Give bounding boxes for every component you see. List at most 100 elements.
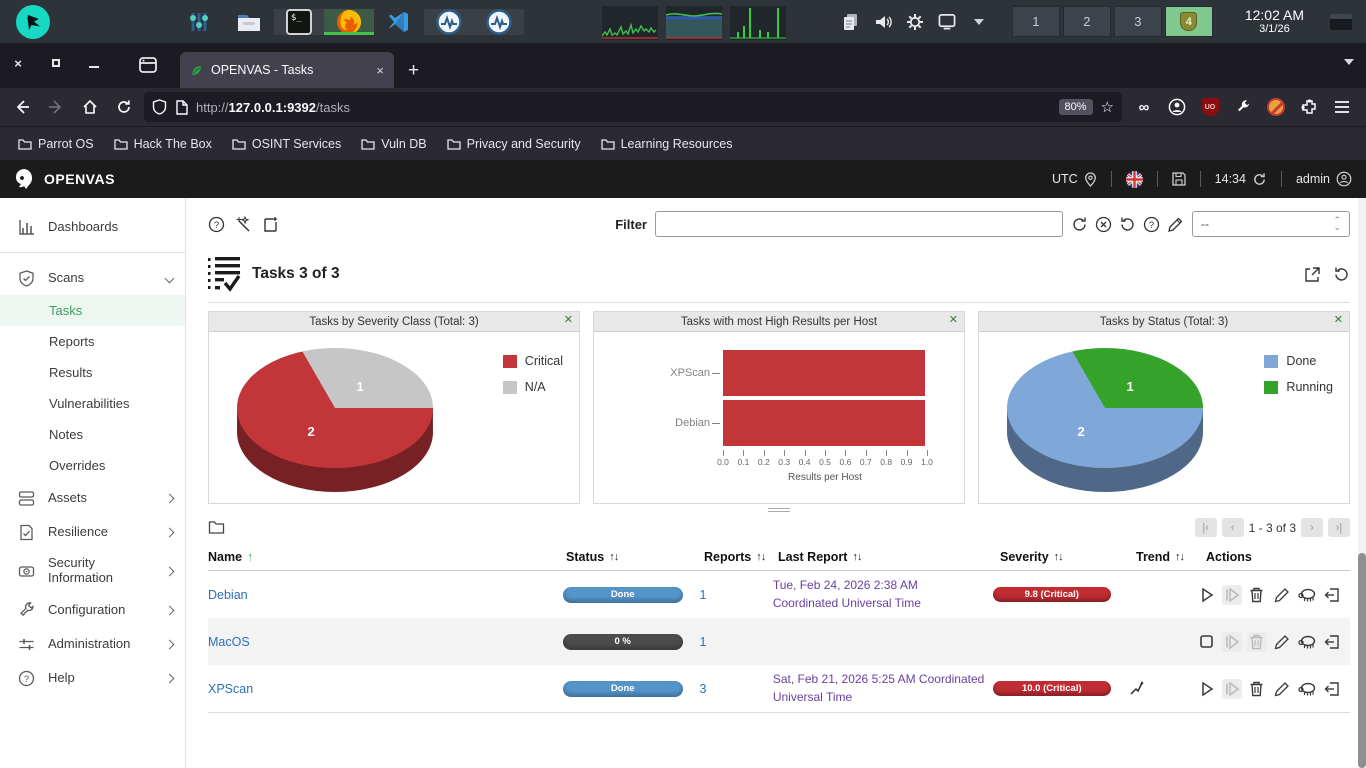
display-tray-icon[interactable]	[938, 13, 956, 31]
task-name-link[interactable]: MacOS	[208, 635, 250, 649]
column-header-name[interactable]: Name↑	[208, 549, 566, 564]
tools-wrench-icon[interactable]	[1233, 97, 1253, 117]
forward-button[interactable]	[42, 93, 70, 121]
workspace-4-active[interactable]: 4	[1165, 6, 1213, 37]
export-task-button[interactable]	[1322, 632, 1342, 652]
clone-sheep-icon[interactable]	[1297, 679, 1317, 699]
site-info-icon[interactable]	[175, 100, 188, 115]
sidebar-item-tasks[interactable]: Tasks	[0, 295, 185, 326]
wizard-wand-icon[interactable]	[235, 216, 252, 233]
memory-monitor-graph[interactable]	[666, 6, 722, 40]
zoom-level-badge[interactable]: 80%	[1059, 99, 1093, 115]
sidebar-item-administration[interactable]: Administration	[0, 627, 185, 661]
network-monitor-graph[interactable]	[730, 6, 786, 40]
workspace-3[interactable]: 3	[1114, 6, 1162, 37]
sidebar-item-resilience[interactable]: Resilience	[0, 515, 185, 549]
sidebar-item-scans[interactable]: Scans	[0, 261, 185, 295]
firefox-view-icon[interactable]	[138, 55, 158, 75]
delete-task-button[interactable]	[1247, 679, 1267, 699]
ublock-extension-icon[interactable]: UO	[1200, 97, 1220, 117]
clipboard-tray-icon[interactable]	[842, 13, 860, 31]
back-button[interactable]	[8, 93, 36, 121]
window-minimize-button[interactable]	[86, 55, 102, 71]
reset-filter-icon[interactable]	[1119, 216, 1136, 233]
tab-close-icon[interactable]: ×	[376, 63, 384, 78]
browser-tab[interactable]: OPENVAS - Tasks ×	[180, 52, 394, 88]
chevron-down-icon[interactable]	[970, 13, 988, 31]
sidebar-item-dashboards[interactable]: Dashboards	[0, 210, 185, 244]
reset-dashboard-icon[interactable]	[1333, 266, 1350, 283]
new-tab-button[interactable]: +	[408, 60, 419, 88]
export-task-button[interactable]	[1322, 585, 1342, 605]
vscode-launcher-icon[interactable]	[374, 10, 424, 34]
timezone-selector[interactable]: UTC	[1052, 172, 1097, 187]
delete-task-button[interactable]	[1247, 585, 1267, 605]
edit-task-button[interactable]	[1272, 632, 1292, 652]
scrollbar-thumb[interactable]	[1358, 553, 1366, 768]
shield-permissions-icon[interactable]	[152, 99, 167, 115]
taskbar-clock[interactable]: 12:02 AM 3/1/26	[1237, 8, 1312, 35]
column-header-status[interactable]: Status↑↓	[566, 549, 704, 564]
bookmark-folder-learning-resources[interactable]: Learning Resources	[593, 133, 741, 155]
close-icon[interactable]: ✕	[564, 313, 573, 326]
export-page-icon[interactable]	[1304, 266, 1321, 283]
url-bar[interactable]: http://127.0.0.1:9392/tasks 80% ☆	[144, 92, 1122, 122]
list-all-tabs-icon[interactable]	[1344, 59, 1354, 65]
extensions-puzzle-icon[interactable]	[1299, 97, 1319, 117]
sidebar-item-notes[interactable]: Notes	[0, 419, 185, 450]
show-desktop-button[interactable]	[1326, 14, 1356, 30]
openvas-brand[interactable]: OPENVAS	[14, 168, 115, 190]
sidebar-item-results[interactable]: Results	[0, 357, 185, 388]
user-menu[interactable]: admin	[1296, 171, 1352, 187]
parrot-menu-icon[interactable]	[16, 5, 50, 39]
account-icon[interactable]	[1167, 97, 1187, 117]
cpu-monitor-graph[interactable]	[602, 6, 658, 40]
containers-extension-icon[interactable]: ∞	[1134, 97, 1154, 117]
sidebar-item-overrides[interactable]: Overrides	[0, 450, 185, 481]
sidebar-item-configuration[interactable]: Configuration	[0, 593, 185, 627]
reports-count-link[interactable]: 3	[699, 682, 706, 696]
clone-sheep-icon[interactable]	[1297, 585, 1317, 605]
sidebar-item-security-information[interactable]: Security Information	[0, 549, 185, 593]
gear-icon[interactable]	[906, 13, 924, 31]
bookmark-folder-hack-the-box[interactable]: Hack The Box	[106, 133, 220, 155]
task-name-link[interactable]: XPScan	[208, 682, 253, 696]
window-maximize-button[interactable]	[48, 55, 64, 71]
menu-hamburger-icon[interactable]	[1332, 97, 1352, 117]
file-manager-launcher-icon[interactable]	[224, 10, 274, 34]
greenbone-launcher-icon[interactable]	[424, 9, 474, 35]
reload-button[interactable]	[110, 93, 138, 121]
workspace-2[interactable]: 2	[1063, 6, 1111, 37]
edit-filter-icon[interactable]	[1167, 216, 1184, 233]
start-task-button[interactable]	[1197, 585, 1217, 605]
bookmark-folder-privacy-and-security[interactable]: Privacy and Security	[439, 133, 589, 155]
column-header-last-report[interactable]: Last Report↑↓	[778, 549, 1000, 564]
filter-preset-select[interactable]: -- ⌃⌄	[1192, 211, 1350, 237]
reports-count-link[interactable]: 1	[699, 588, 706, 602]
dashboard-resize-handle[interactable]	[208, 504, 1350, 516]
bookmark-folder-osint-services[interactable]: OSINT Services	[224, 133, 349, 155]
stop-task-button[interactable]	[1197, 632, 1217, 652]
bookmark-folder-vuln-db[interactable]: Vuln DB	[353, 133, 434, 155]
last-report-link[interactable]: Sat, Feb 21, 2026 5:25 AM Coordinated Un…	[773, 671, 985, 706]
edit-task-button[interactable]	[1272, 585, 1292, 605]
new-task-icon[interactable]	[262, 216, 279, 233]
close-icon[interactable]: ✕	[949, 313, 958, 326]
export-task-button[interactable]	[1322, 679, 1342, 699]
task-folder-icon[interactable]	[208, 519, 225, 536]
language-flag-button[interactable]	[1126, 171, 1143, 188]
reports-count-link[interactable]: 1	[699, 635, 706, 649]
filter-help-icon[interactable]: ?	[1143, 216, 1160, 233]
sidebar-item-assets[interactable]: Assets	[0, 481, 185, 515]
help-icon[interactable]: ?	[208, 216, 225, 233]
remove-filter-icon[interactable]	[1095, 216, 1112, 233]
save-session-button[interactable]	[1172, 172, 1186, 186]
url-text[interactable]: http://127.0.0.1:9392/tasks	[196, 100, 1051, 115]
terminal-launcher-icon[interactable]: $_	[274, 9, 324, 35]
home-button[interactable]	[76, 93, 104, 121]
column-header-severity[interactable]: Severity↑↓	[1000, 549, 1136, 564]
sidebar-item-help[interactable]: ? Help	[0, 661, 185, 695]
update-filter-icon[interactable]	[1071, 216, 1088, 233]
page-scrollbar[interactable]	[1358, 198, 1366, 768]
column-header-reports[interactable]: Reports↑↓	[704, 549, 778, 564]
